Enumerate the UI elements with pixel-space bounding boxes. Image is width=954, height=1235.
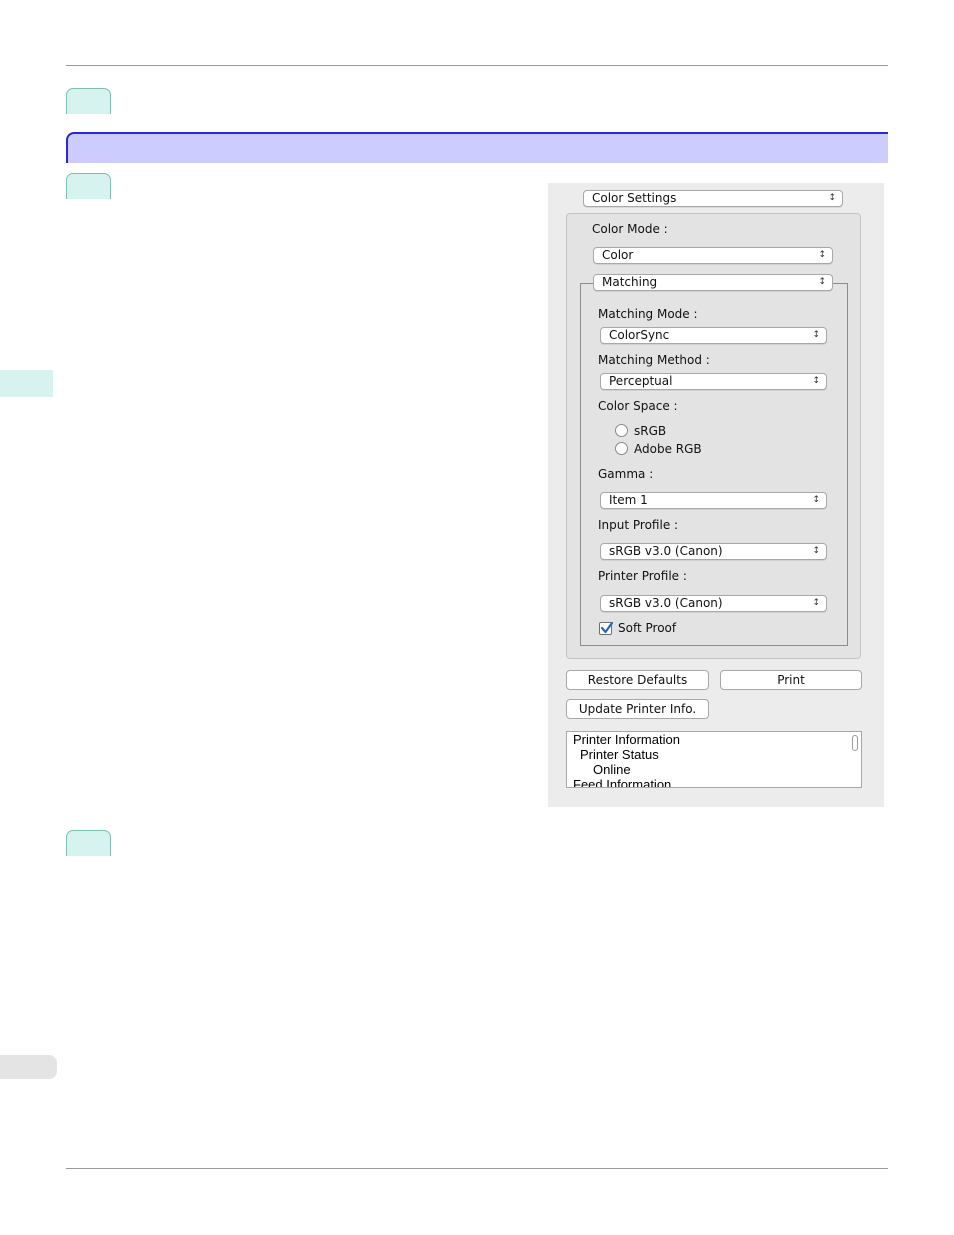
color-mode-popup[interactable]: Color ↕: [593, 247, 833, 264]
updown-arrows-icon: ↕: [812, 330, 820, 340]
info-line: Printer Information: [573, 732, 680, 747]
top-rule: [66, 65, 888, 66]
input-profile-popup[interactable]: sRGB v3.0 (Canon) ↕: [600, 543, 827, 560]
matching-mode-popup[interactable]: ColorSync ↕: [600, 327, 827, 344]
gamma-popup[interactable]: Item 1 ↕: [600, 492, 827, 509]
update-printer-info-button[interactable]: Update Printer Info.: [566, 699, 709, 719]
updown-arrows-icon: ↕: [812, 546, 820, 556]
updown-arrows-icon: ↕: [818, 277, 826, 287]
side-page-tab: [0, 1055, 57, 1079]
color-space-label: Color Space :: [598, 399, 678, 413]
printer-profile-popup[interactable]: sRGB v3.0 (Canon) ↕: [600, 595, 827, 612]
settings-popup[interactable]: Color Settings ↕: [583, 190, 843, 207]
soft-proof-label[interactable]: Soft Proof: [618, 621, 676, 635]
gamma-value: Item 1: [609, 493, 648, 507]
step-tab-2: [66, 173, 111, 199]
matching-mode-label: Matching Mode :: [598, 307, 698, 321]
radio-adobe-rgb-label[interactable]: Adobe RGB: [634, 442, 702, 456]
info-line: Printer Status: [580, 747, 659, 762]
matching-method-label: Matching Method :: [598, 353, 710, 367]
radio-button-icon[interactable]: [615, 424, 628, 437]
soft-proof-checkbox[interactable]: [599, 621, 614, 635]
info-line: Feed Information: [573, 777, 672, 788]
updown-arrows-icon: ↕: [818, 250, 826, 260]
section-header-bar: [66, 132, 888, 163]
input-profile-value: sRGB v3.0 (Canon): [609, 544, 723, 558]
print-button[interactable]: Print: [720, 670, 862, 690]
input-profile-label: Input Profile :: [598, 518, 679, 532]
restore-defaults-button[interactable]: Restore Defaults: [566, 670, 709, 690]
matching-popup-value: Matching: [602, 275, 658, 289]
radio-button-icon[interactable]: [615, 442, 628, 455]
matching-mode-value: ColorSync: [609, 328, 670, 342]
checkmark-icon: [600, 621, 614, 634]
printer-info-list[interactable]: Printer Information Printer Status Onlin…: [566, 731, 862, 788]
step-tab-3: [66, 830, 111, 856]
matching-popup[interactable]: Matching ↕: [593, 274, 833, 291]
settings-popup-value: Color Settings: [592, 191, 677, 205]
printer-profile-value: sRGB v3.0 (Canon): [609, 596, 723, 610]
updown-arrows-icon: ↕: [812, 376, 820, 386]
radio-srgb-label[interactable]: sRGB: [634, 424, 666, 438]
gamma-label: Gamma :: [598, 467, 654, 481]
updown-arrows-icon: ↕: [812, 598, 820, 608]
scrollbar-thumb[interactable]: [852, 735, 858, 751]
matching-method-value: Perceptual: [609, 374, 673, 388]
updown-arrows-icon: ↕: [828, 193, 836, 203]
step-tab-1: [66, 88, 111, 114]
matching-method-popup[interactable]: Perceptual ↕: [600, 373, 827, 390]
bottom-rule: [66, 1168, 888, 1169]
printer-profile-label: Printer Profile :: [598, 569, 687, 583]
info-line: Online: [593, 762, 631, 777]
color-mode-value: Color: [602, 248, 634, 262]
color-mode-label: Color Mode :: [592, 222, 668, 236]
side-tab-marker: [0, 370, 53, 397]
updown-arrows-icon: ↕: [812, 495, 820, 505]
